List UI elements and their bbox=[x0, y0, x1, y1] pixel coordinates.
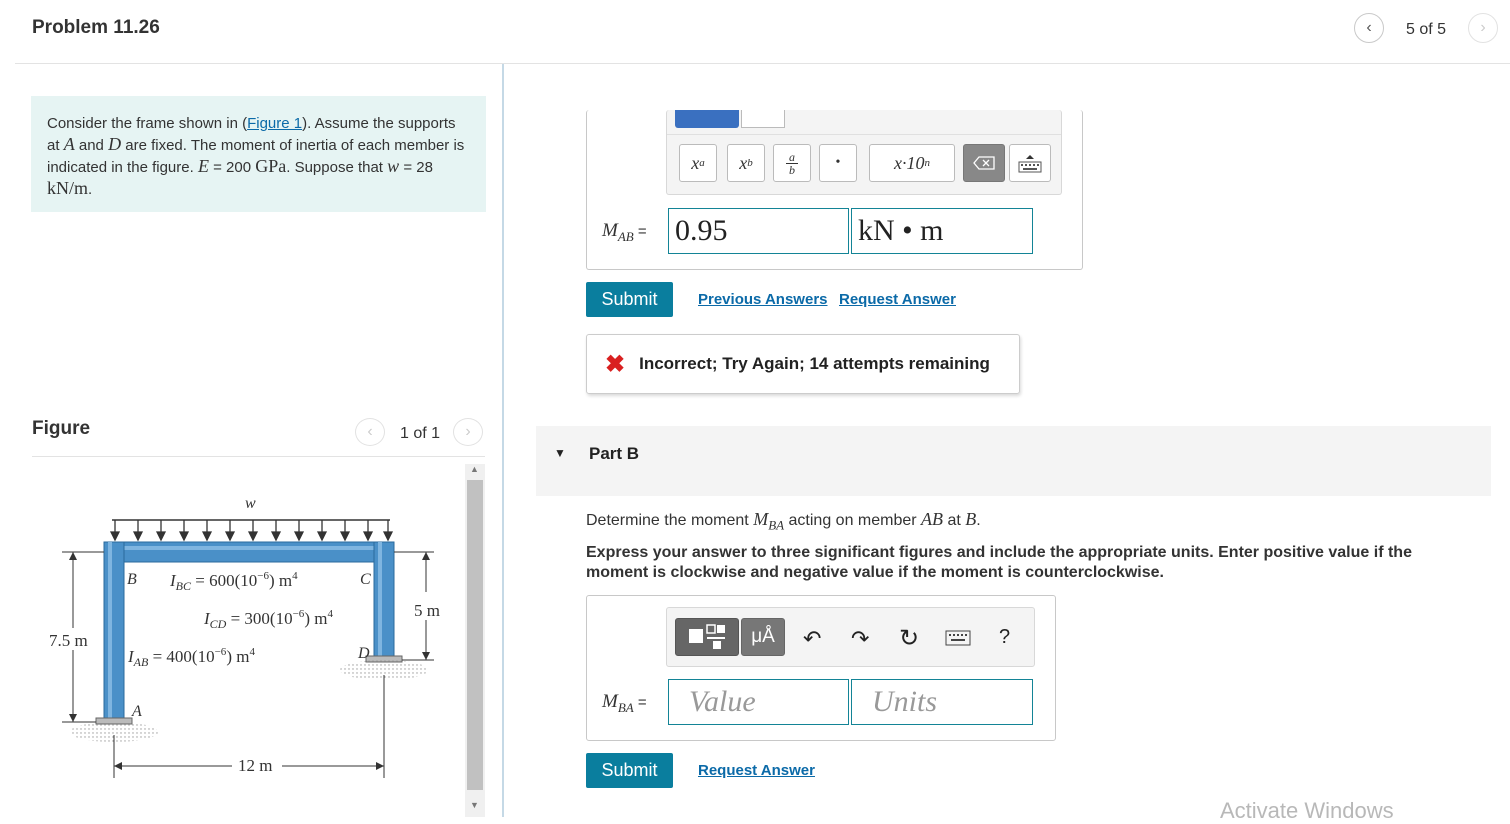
backspace-icon[interactable] bbox=[963, 144, 1005, 182]
iab-label: IAB = 400(10−6) m4 bbox=[127, 646, 255, 669]
x-mark-icon: ✖ bbox=[605, 350, 626, 378]
header-divider bbox=[15, 63, 1510, 64]
column-ab bbox=[103, 541, 125, 723]
units-button[interactable] bbox=[741, 110, 785, 128]
icd-label: ICD = 300(10−6) m4 bbox=[203, 608, 333, 631]
problem-statement: Consider the frame shown in (Figure 1). … bbox=[31, 96, 486, 212]
figure-title: Figure bbox=[32, 418, 91, 439]
part-b-submit-button[interactable]: Submit bbox=[586, 753, 673, 788]
figure-pager: 1 of 1 bbox=[400, 425, 441, 442]
scientific-notation-button[interactable]: x·10 n bbox=[869, 144, 955, 182]
figure-scroll-thumb[interactable] bbox=[467, 480, 483, 790]
beam-bc bbox=[103, 541, 395, 563]
reset-icon[interactable]: ↻ bbox=[899, 624, 919, 653]
column-cd bbox=[373, 541, 395, 661]
part-b-title: Part B bbox=[589, 444, 640, 463]
dot-button[interactable]: • bbox=[819, 144, 857, 182]
activate-windows-watermark: Activate Windows bbox=[1220, 798, 1394, 823]
point-b-label: B bbox=[127, 571, 137, 588]
fraction-button[interactable]: ab bbox=[773, 144, 811, 182]
mba-label: MBA = bbox=[602, 691, 647, 715]
chevron-left-icon: ‹ bbox=[1366, 19, 1372, 36]
help-button[interactable]: ? bbox=[999, 626, 1010, 649]
frame-figure: w B C D A IBC = 600(10−6) m4 ICD = 300(1… bbox=[49, 495, 440, 778]
point-a-label: A bbox=[131, 703, 142, 720]
load-label: w bbox=[245, 495, 256, 512]
units-button[interactable]: μÅ bbox=[741, 618, 785, 656]
mba-units-input[interactable]: Units bbox=[851, 679, 1033, 725]
keyboard-icon[interactable] bbox=[945, 630, 971, 651]
dim-left-label: 7.5 m bbox=[49, 631, 88, 650]
templates-button[interactable] bbox=[675, 110, 739, 128]
next-figure-button[interactable]: › bbox=[453, 418, 483, 446]
subscript-button[interactable]: xb bbox=[727, 144, 765, 182]
dim-bottom-label: 12 m bbox=[238, 756, 272, 775]
scroll-up-arrow-icon[interactable]: ▲ bbox=[470, 464, 479, 474]
keyboard-icon[interactable] bbox=[1009, 144, 1051, 182]
figure-divider bbox=[32, 456, 485, 457]
problem-title: Problem 11.26 bbox=[32, 17, 160, 38]
mab-value-input[interactable]: 0.95 bbox=[668, 208, 849, 254]
part-a-request-answer-link[interactable]: Request Answer bbox=[839, 291, 956, 308]
mab-label: MAB = bbox=[602, 220, 647, 244]
part-b-toolbar: μÅ ↶ ↷ ↻ ? bbox=[666, 607, 1035, 667]
panel-divider[interactable] bbox=[502, 64, 504, 817]
chevron-left-icon: ‹ bbox=[367, 423, 373, 440]
scroll-down-arrow-icon[interactable]: ▼ bbox=[470, 800, 479, 810]
prev-figure-button[interactable]: ‹ bbox=[355, 418, 385, 446]
part-b-question: Determine the moment MBA acting on membe… bbox=[586, 509, 981, 533]
caret-down-icon[interactable]: ▼ bbox=[554, 446, 566, 460]
prev-problem-button[interactable]: ‹ bbox=[1354, 13, 1384, 43]
figure-link[interactable]: Figure 1 bbox=[247, 115, 302, 132]
part-b-instructions: Express your answer to three significant… bbox=[586, 544, 1412, 581]
redo-icon[interactable]: ↷ bbox=[851, 626, 869, 652]
chevron-right-icon: › bbox=[465, 423, 471, 440]
point-c-label: C bbox=[360, 571, 371, 588]
chevron-right-icon: › bbox=[1480, 19, 1486, 36]
dim-right-label: 5 m bbox=[414, 601, 440, 620]
ibc-label: IBC = 600(10−6) m4 bbox=[169, 570, 298, 593]
mba-value-input[interactable]: Value bbox=[668, 679, 849, 725]
part-a-toolbar: xa xb ab • x·10 n bbox=[666, 110, 1062, 195]
feedback-message: ✖ Incorrect; Try Again; 14 attempts rema… bbox=[586, 334, 1020, 394]
next-problem-button[interactable]: › bbox=[1468, 13, 1498, 43]
problem-pager: 5 of 5 bbox=[1406, 21, 1447, 38]
templates-button[interactable] bbox=[675, 618, 739, 656]
part-b-header[interactable] bbox=[536, 426, 1491, 496]
undo-icon[interactable]: ↶ bbox=[803, 626, 821, 652]
part-a-submit-button[interactable]: Submit bbox=[586, 282, 673, 317]
superscript-button[interactable]: xa bbox=[679, 144, 717, 182]
distributed-load-arrows bbox=[109, 520, 394, 542]
part-b-request-answer-link[interactable]: Request Answer bbox=[698, 762, 815, 779]
previous-answers-link[interactable]: Previous Answers bbox=[698, 291, 828, 308]
mab-units-input[interactable]: kN • m bbox=[851, 208, 1033, 254]
point-d-label: D bbox=[357, 645, 370, 662]
